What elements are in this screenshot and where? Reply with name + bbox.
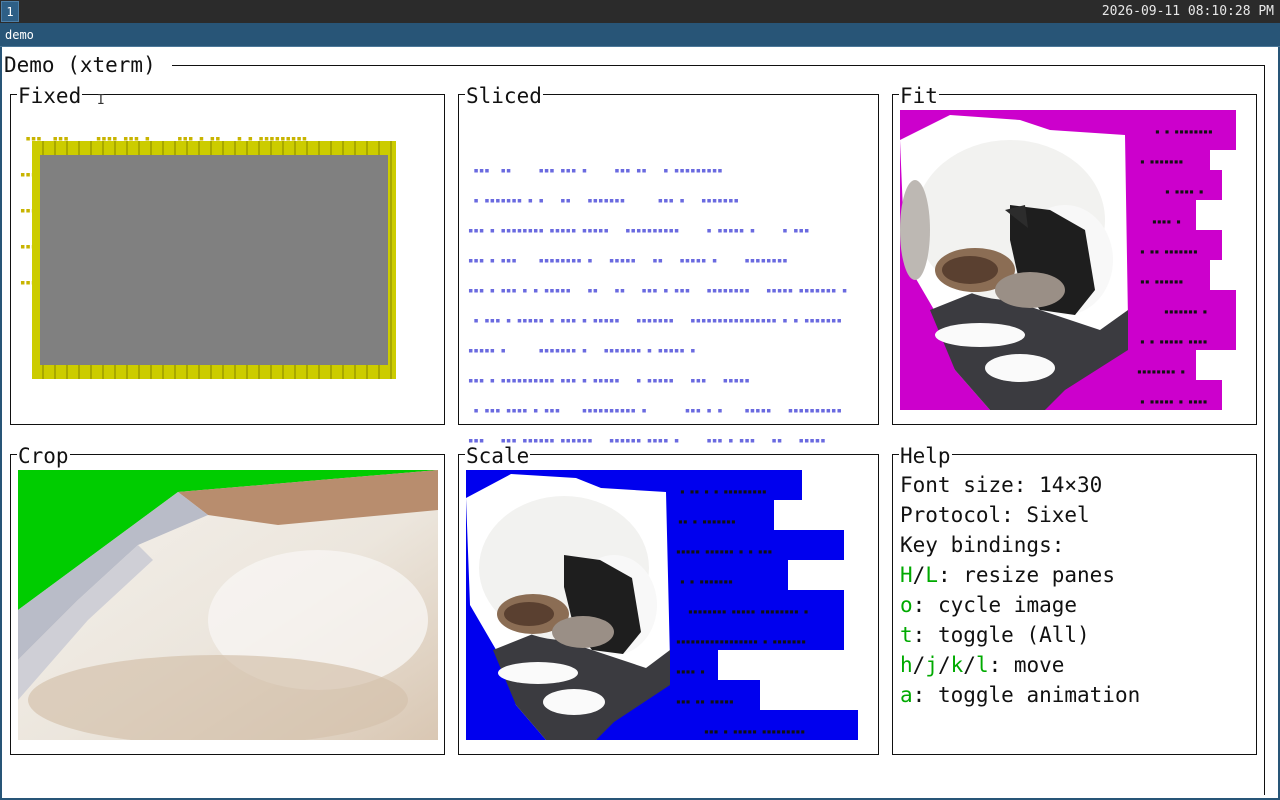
svg-text:▪ ▪ ▪▪▪▪▪ ▪▪▪▪: ▪ ▪ ▪▪▪▪▪ ▪▪▪▪ bbox=[1140, 337, 1207, 346]
fit-image: ▪ ▪ ▪▪▪▪▪▪▪▪ ▪ ▪▪▪▪▪▪▪ ▪ ▪▪▪▪ ▪ ▪▪▪▪ ▪ ▪… bbox=[900, 110, 1236, 410]
top-bar: 1 2026-09-11 08:10:28 PM bbox=[0, 0, 1280, 23]
svg-text:▪▪ ▪▪▪▪▪▪: ▪▪ ▪▪▪▪▪▪ bbox=[1140, 277, 1183, 286]
svg-text:▪ ▪▪▪▪▪ ▪ ▪▪▪▪: ▪ ▪▪▪▪▪ ▪ ▪▪▪▪ bbox=[1140, 397, 1207, 406]
help-key-bindings: Key bindings: bbox=[900, 533, 1065, 557]
clock: 2026-09-11 08:10:28 PM bbox=[1101, 4, 1274, 19]
svg-text:▪ ▪ ▪▪▪▪▪▪▪: ▪ ▪ ▪▪▪▪▪▪▪ bbox=[680, 577, 733, 586]
key-H: H bbox=[900, 563, 913, 587]
svg-text:▪ ▪▪ ▪ ▪ ▪▪▪▪▪▪▪▪▪: ▪ ▪▪ ▪ ▪ ▪▪▪▪▪▪▪▪▪ bbox=[680, 487, 767, 496]
svg-text:▪▪▪ ▪▪ ▪▪▪▪▪: ▪▪▪ ▪▪ ▪▪▪▪▪ bbox=[676, 697, 734, 706]
pane-title-sliced: Sliced bbox=[465, 84, 543, 108]
pane-title-scale: Scale bbox=[465, 444, 531, 468]
help-resize: H/L: resize panes bbox=[900, 563, 1115, 587]
help-resize-text: : resize panes bbox=[937, 563, 1115, 587]
crop-image bbox=[18, 470, 438, 740]
help-move-text: : move bbox=[988, 653, 1065, 677]
key-j: j bbox=[925, 653, 938, 677]
outer-border-right bbox=[1264, 65, 1265, 795]
help-animation: a: toggle animation bbox=[900, 682, 1140, 708]
help-toggle-text: : toggle (All) bbox=[912, 623, 1090, 647]
help-cycle: o: cycle image bbox=[900, 592, 1077, 618]
key-a: a bbox=[900, 683, 913, 707]
pane-title-fixed: Fixed bbox=[17, 84, 83, 108]
pane-title-help: Help bbox=[899, 444, 952, 468]
svg-text:▪▪ ▪ ▪▪▪▪▪▪▪: ▪▪ ▪ ▪▪▪▪▪▪▪ bbox=[678, 517, 736, 526]
svg-text:▪▪▪▪▪▪▪▪ ▪: ▪▪▪▪▪▪▪▪ ▪ bbox=[1137, 367, 1185, 376]
text-cursor-icon: I bbox=[97, 93, 105, 108]
key-l: l bbox=[975, 653, 989, 677]
svg-text:▪▪▪ ▪ ▪▪▪▪▪ ▪▪▪▪▪▪▪▪▪: ▪▪▪ ▪ ▪▪▪▪▪ ▪▪▪▪▪▪▪▪▪ bbox=[704, 727, 805, 736]
svg-text:▪▪▪▪▪▪▪▪ ▪▪▪▪▪ ▪▪▪▪▪▪▪▪ ▪: ▪▪▪▪▪▪▪▪ ▪▪▪▪▪ ▪▪▪▪▪▪▪▪ ▪ bbox=[688, 607, 808, 616]
key-k: k bbox=[950, 653, 964, 677]
svg-text:▪▪▪▪ ▪: ▪▪▪▪ ▪ bbox=[676, 667, 705, 676]
help-move: h/j/k/l: move bbox=[900, 653, 1065, 677]
help-cycle-text: : cycle image bbox=[912, 593, 1078, 617]
svg-text:▪ ▪▪▪▪▪▪▪: ▪ ▪▪▪▪▪▪▪ bbox=[1140, 157, 1183, 166]
pane-title-crop: Crop bbox=[17, 444, 70, 468]
scale-image: ▪ ▪▪ ▪ ▪ ▪▪▪▪▪▪▪▪▪ ▪▪ ▪ ▪▪▪▪▪▪▪ ▪▪▪▪▪ ▪▪… bbox=[466, 470, 858, 740]
key-o: o bbox=[900, 593, 913, 617]
help-protocol: Protocol: Sixel bbox=[900, 503, 1090, 527]
workspace-button[interactable]: 1 bbox=[1, 1, 19, 22]
window-title: demo bbox=[5, 28, 34, 42]
app-title: Demo (xterm) bbox=[4, 52, 158, 78]
help-toggle: t: toggle (All) bbox=[900, 622, 1090, 648]
svg-text:▪▪▪▪ ▪: ▪▪▪▪ ▪ bbox=[1152, 217, 1181, 226]
key-t: t bbox=[900, 623, 913, 647]
help-font-size: Font size: 14×30 bbox=[900, 473, 1103, 497]
svg-text:▪▪▪▪▪ ▪▪▪▪▪▪ ▪ ▪ ▪▪▪: ▪▪▪▪▪ ▪▪▪▪▪▪ ▪ ▪ ▪▪▪ bbox=[676, 547, 772, 556]
pane-title-fit: Fit bbox=[899, 84, 939, 108]
svg-text:▪ ▪▪▪▪ ▪: ▪ ▪▪▪▪ ▪ bbox=[1165, 187, 1204, 196]
svg-text:▪ ▪▪ ▪▪▪▪▪▪▪: ▪ ▪▪ ▪▪▪▪▪▪▪ bbox=[1140, 247, 1198, 256]
fixed-image bbox=[40, 155, 388, 365]
outer-border-top bbox=[172, 65, 1264, 66]
sliced-dots: ▪▪▪ ▪▪ ▪▪▪ ▪▪▪ ▪ ▪▪▪ ▪▪ ▪ ▪▪▪▪▪▪▪▪▪ ▪ ▪▪… bbox=[468, 166, 848, 446]
window-titlebar[interactable]: demo bbox=[0, 23, 1280, 47]
svg-text:▪▪▪▪▪▪▪▪▪▪▪▪▪▪▪▪▪ ▪ ▪▪▪▪▪▪▪: ▪▪▪▪▪▪▪▪▪▪▪▪▪▪▪▪▪ ▪ ▪▪▪▪▪▪▪ bbox=[676, 637, 806, 646]
help-anim-text: : toggle animation bbox=[912, 683, 1141, 707]
svg-text:▪ ▪ ▪▪▪▪▪▪▪▪: ▪ ▪ ▪▪▪▪▪▪▪▪ bbox=[1155, 127, 1213, 136]
key-h: h bbox=[900, 653, 913, 677]
svg-text:▪▪▪▪▪▪▪ ▪: ▪▪▪▪▪▪▪ ▪ bbox=[1164, 307, 1207, 316]
key-L: L bbox=[925, 563, 938, 587]
